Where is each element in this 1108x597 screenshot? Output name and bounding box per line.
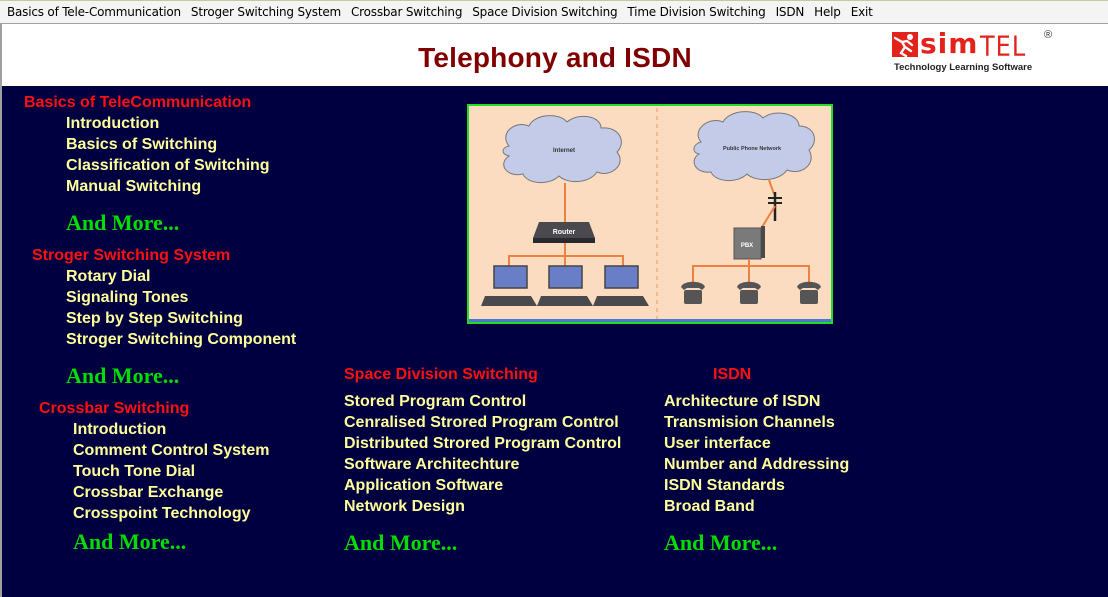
link-manual-switching[interactable]: Manual Switching — [66, 178, 201, 196]
link-pbx-phones — [692, 265, 810, 282]
running-figure-icon — [892, 32, 918, 58]
menu-basics-of-telecommunication[interactable]: Basics of Tele-Communication — [2, 5, 186, 19]
more-link-isdn[interactable]: And More... — [664, 530, 777, 556]
computer-icon — [593, 265, 649, 306]
menu-crossbar-switching[interactable]: Crossbar Switching — [346, 5, 467, 19]
section-title-isdn[interactable]: ISDN — [713, 366, 751, 384]
menu-stroger-switching-system[interactable]: Stroger Switching System — [186, 5, 346, 19]
logo-brand-light: TEL — [980, 30, 1027, 63]
link-network-design[interactable]: Network Design — [344, 498, 465, 516]
telephone-icon — [737, 281, 761, 304]
link-stored-program-control[interactable]: Stored Program Control — [344, 393, 526, 411]
computer-icon — [537, 265, 593, 306]
link-classification-of-switching[interactable]: Classification of Switching — [66, 157, 270, 175]
more-link-stroger[interactable]: And More... — [66, 363, 179, 389]
link-crossbar-introduction[interactable]: Introduction — [73, 421, 166, 439]
main-window: Telephony and ISDN sim TEL ® Technology … — [0, 23, 1108, 597]
network-diagram-svg: Internet Router Public Phone Network PBX — [481, 108, 821, 320]
link-comment-control-system[interactable]: Comment Control System — [73, 442, 269, 460]
logo-brand-bold: sim — [920, 27, 979, 60]
section-title-stroger[interactable]: Stroger Switching System — [32, 247, 230, 265]
computer-icon — [481, 265, 537, 306]
link-stroger-switching-component[interactable]: Stroger Switching Component — [66, 331, 296, 349]
menu-bar: Basics of Tele-Communication Stroger Swi… — [0, 0, 1108, 23]
telephone-icon — [681, 281, 705, 304]
link-application-software[interactable]: Application Software — [344, 477, 503, 495]
link-user-interface[interactable]: User interface — [664, 435, 771, 453]
phone-network-label: Public Phone Network — [723, 146, 782, 152]
link-touch-tone-dial[interactable]: Touch Tone Dial — [73, 463, 195, 481]
menu-exit[interactable]: Exit — [846, 5, 878, 19]
link-isdn-standards[interactable]: ISDN Standards — [664, 477, 785, 495]
menu-space-division-switching[interactable]: Space Division Switching — [467, 5, 622, 19]
pbx-label: PBX — [741, 243, 753, 249]
section-title-basics[interactable]: Basics of TeleCommunication — [24, 94, 251, 112]
router-label: Router — [553, 229, 576, 236]
menu-help[interactable]: Help — [809, 5, 846, 19]
link-number-and-addressing[interactable]: Number and Addressing — [664, 456, 849, 474]
content-area: Basics of TeleCommunication Introduction… — [2, 86, 1108, 597]
link-basics-introduction[interactable]: Introduction — [66, 115, 159, 133]
simtel-logo: sim TEL ® Technology Learning Software — [892, 27, 1062, 79]
telephone-icon — [797, 281, 821, 304]
link-architecture-of-isdn[interactable]: Architecture of ISDN — [664, 393, 820, 411]
link-step-by-step-switching[interactable]: Step by Step Switching — [66, 310, 243, 328]
link-crosspoint-technology[interactable]: Crosspoint Technology — [73, 505, 250, 523]
logo-tagline: Technology Learning Software — [894, 62, 1033, 73]
menu-isdn[interactable]: ISDN — [771, 5, 810, 19]
link-software-architecture[interactable]: Software Architechture — [344, 456, 519, 474]
link-centralised-stored-program-control[interactable]: Cenralised Strored Program Control — [344, 414, 619, 432]
link-crossbar-exchange[interactable]: Crossbar Exchange — [73, 484, 223, 502]
registered-mark: ® — [1044, 29, 1053, 41]
more-link-crossbar[interactable]: And More... — [73, 529, 186, 555]
link-signaling-tones[interactable]: Signaling Tones — [66, 289, 188, 307]
more-link-space-division[interactable]: And More... — [344, 530, 457, 556]
internet-label: Internet — [553, 148, 575, 154]
link-rotary-dial[interactable]: Rotary Dial — [66, 268, 150, 286]
link-broad-band[interactable]: Broad Band — [664, 498, 755, 516]
section-title-space-division[interactable]: Space Division Switching — [344, 366, 538, 384]
diagram-bottom-border — [469, 319, 831, 322]
network-diagram: Internet Router Public Phone Network PBX — [467, 104, 833, 324]
link-basics-of-switching[interactable]: Basics of Switching — [66, 136, 217, 154]
link-distributed-stored-program-control[interactable]: Distributed Strored Program Control — [344, 435, 621, 453]
header: Telephony and ISDN sim TEL ® Technology … — [2, 24, 1108, 86]
menu-time-division-switching[interactable]: Time Division Switching — [622, 5, 770, 19]
section-title-crossbar[interactable]: Crossbar Switching — [39, 400, 189, 418]
more-link-basics[interactable]: And More... — [66, 210, 179, 236]
link-transmission-channels[interactable]: Transmision Channels — [664, 414, 835, 432]
